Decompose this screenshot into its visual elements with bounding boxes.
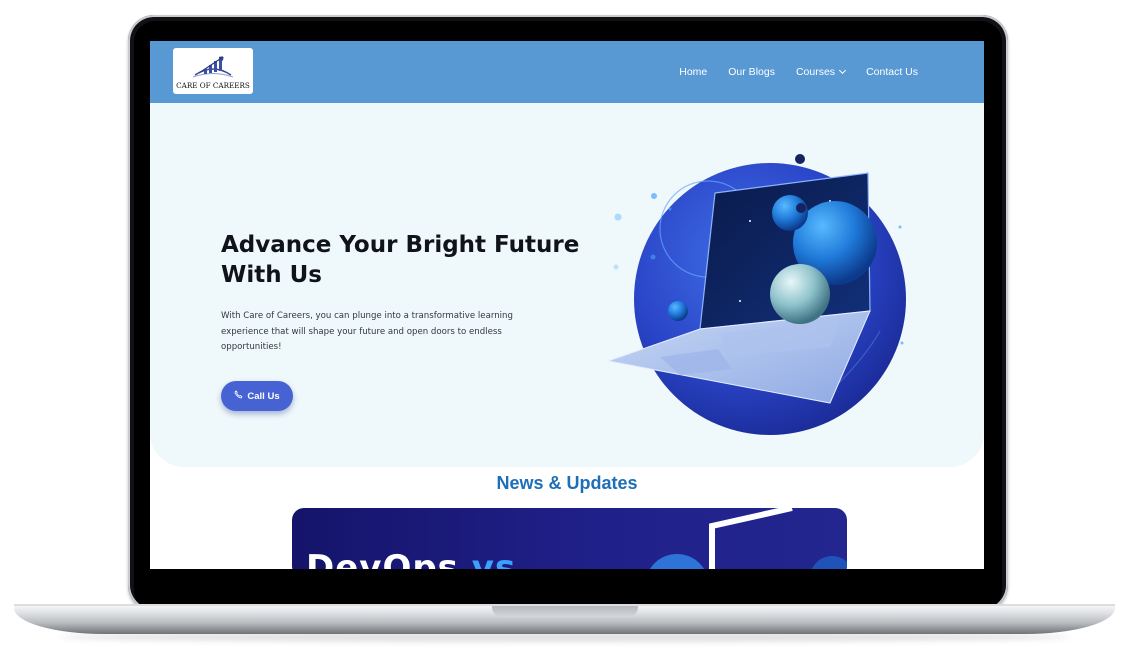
laptop-spheres-illustration bbox=[600, 151, 920, 451]
news-section-title: News & Updates bbox=[496, 473, 638, 493]
nav-courses[interactable]: Courses bbox=[795, 66, 847, 78]
nav-our-blogs[interactable]: Our Blogs bbox=[728, 66, 775, 78]
call-us-label: Call Us bbox=[247, 390, 280, 402]
site-logo[interactable]: CARE OF CAREERS bbox=[173, 48, 253, 94]
main-nav: Home Our Blogs Courses Contact Us bbox=[679, 41, 918, 103]
site-header: CARE OF CAREERS Home Our Blogs Courses C… bbox=[150, 41, 984, 103]
laptop-screen: CARE OF CAREERS Home Our Blogs Courses C… bbox=[150, 41, 984, 569]
laptop-notch bbox=[492, 606, 638, 617]
chevron-down-icon bbox=[839, 66, 847, 75]
phone-icon bbox=[234, 390, 243, 402]
bar-chart-logo-icon bbox=[189, 53, 237, 83]
news-card-headline: DevOps vs bbox=[306, 548, 516, 569]
hero-title: Advance Your Bright Future With Us bbox=[221, 232, 580, 288]
nav-home[interactable]: Home bbox=[679, 66, 707, 78]
nav-contact-us[interactable]: Contact Us bbox=[866, 66, 918, 78]
hero-section: Advance Your Bright Future With Us With … bbox=[150, 103, 984, 467]
news-card-headline-main: DevOps bbox=[306, 548, 459, 569]
news-card[interactable]: DevOps vs bbox=[292, 508, 847, 569]
logo-text: CARE OF CAREERS bbox=[176, 81, 250, 90]
nav-courses-label: Courses bbox=[795, 66, 836, 78]
hero-description: With Care of Careers, you can plunge int… bbox=[221, 311, 513, 352]
call-us-button[interactable]: Call Us bbox=[221, 381, 293, 411]
news-card-headline-accent: vs bbox=[471, 548, 517, 569]
